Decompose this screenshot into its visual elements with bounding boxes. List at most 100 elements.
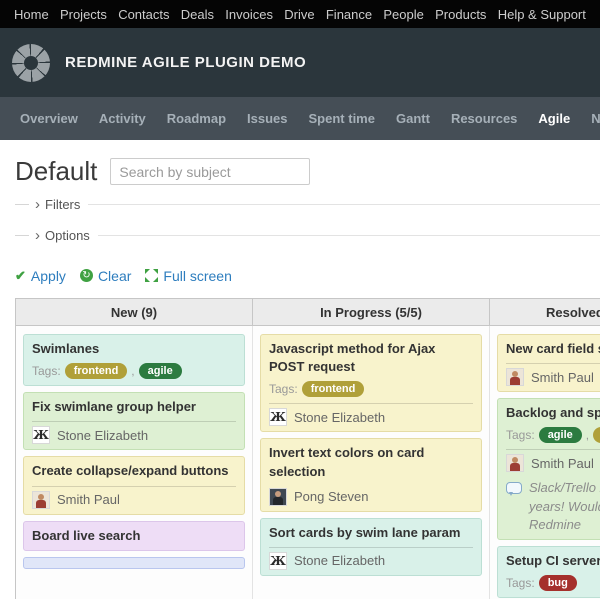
nav-item-gantt[interactable]: Gantt xyxy=(396,111,430,126)
card-title: Invert text colors on card selection xyxy=(269,444,473,480)
options-toggle[interactable]: Options xyxy=(15,222,600,249)
card-divider xyxy=(32,486,236,487)
topbar-link-finance[interactable]: Finance xyxy=(326,7,372,22)
card-tags: Tags:frontend xyxy=(269,380,473,398)
tag-pill-frontend: frontend xyxy=(593,427,600,443)
fullscreen-icon xyxy=(145,269,158,282)
card-tags: Tags:frontend,agile xyxy=(32,362,236,380)
nav-item-news[interactable]: News xyxy=(591,111,600,126)
card-divider xyxy=(32,421,236,422)
assignee-name: Smith Paul xyxy=(57,492,120,507)
topbar-link-invoices[interactable]: Invoices xyxy=(225,7,273,22)
board-toolbar: Default xyxy=(15,156,600,187)
assignee-row: Pong Steven xyxy=(269,488,473,506)
kanban-card[interactable]: Board live search xyxy=(23,521,245,551)
card-title: New card field s xyxy=(506,340,600,358)
nav-item-spent-time[interactable]: Spent time xyxy=(309,111,375,126)
card-title: Create collapse/expand buttons xyxy=(32,462,236,480)
assignee-name: Stone Elizabeth xyxy=(294,410,385,425)
card-tags: Tags:agile,frontend xyxy=(506,426,600,444)
topbar-link-products[interactable]: Products xyxy=(435,7,486,22)
avatar xyxy=(32,491,50,509)
avatar: Ж xyxy=(269,552,287,570)
assignee-name: Smith Paul xyxy=(531,370,594,385)
assignee-row: Ж Stone Elizabeth xyxy=(269,408,473,426)
avatar xyxy=(506,368,524,386)
nav-item-issues[interactable]: Issues xyxy=(247,111,287,126)
comment-bubble-icon xyxy=(506,482,522,494)
avatar: Ж xyxy=(269,408,287,426)
clear-button[interactable]: Clear xyxy=(80,268,131,284)
topbar-link-deals[interactable]: Deals xyxy=(181,7,214,22)
nav-item-activity[interactable]: Activity xyxy=(99,111,146,126)
nav-item-agile[interactable]: Agile xyxy=(538,111,570,126)
card-title: Swimlanes xyxy=(32,340,236,358)
app-header: REDMINE AGILE PLUGIN DEMO xyxy=(0,28,600,97)
card-title: Javascript method for Ajax POST request xyxy=(269,340,473,376)
assignee-row: Smith Paul xyxy=(506,368,600,386)
divider xyxy=(98,235,600,236)
topbar-link-people[interactable]: People xyxy=(383,7,423,22)
card-divider xyxy=(269,403,473,404)
card-divider xyxy=(506,449,600,450)
chevron-right-icon xyxy=(35,228,40,243)
check-icon xyxy=(15,267,26,284)
avatar xyxy=(269,488,287,506)
assignee-row: Smith Paul xyxy=(506,454,600,472)
kanban-card[interactable] xyxy=(23,557,245,569)
kanban-card[interactable]: Backlog and spTags:agile,frontendSmith P… xyxy=(497,398,600,540)
action-bar: Apply Clear Full screen xyxy=(15,267,600,284)
topbar-link-projects[interactable]: Projects xyxy=(60,7,107,22)
fullscreen-button[interactable]: Full screen xyxy=(145,268,231,284)
comment-line: years! Would love xyxy=(529,498,600,516)
agile-board: New (9)In Progress (5/5)Resolved Swimlan… xyxy=(15,298,600,599)
board-column-new-9: SwimlanesTags:frontend,agileFix swimlane… xyxy=(16,326,253,599)
topbar-link-contacts[interactable]: Contacts xyxy=(118,7,169,22)
kanban-card[interactable]: Sort cards by swim lane param Ж Stone Eliz… xyxy=(260,518,482,576)
tag-pill-agile: agile xyxy=(139,363,182,379)
card-divider xyxy=(506,363,600,364)
apply-button[interactable]: Apply xyxy=(15,267,66,284)
tag-separator: , xyxy=(586,428,589,442)
page-title: Default xyxy=(15,156,97,187)
divider xyxy=(88,204,600,205)
divider xyxy=(15,204,29,205)
topbar-link-help-support[interactable]: Help & Support xyxy=(498,7,586,22)
filters-toggle[interactable]: Filters xyxy=(15,191,600,218)
card-comment: Slack/Trello hayears! Would loveRedmine xyxy=(506,479,600,534)
comment-line: Redmine xyxy=(529,516,600,534)
tag-pill-frontend: frontend xyxy=(302,381,365,397)
kanban-card[interactable]: SwimlanesTags:frontend,agile xyxy=(23,334,245,386)
comment-line: Slack/Trello ha xyxy=(529,479,600,497)
kanban-card[interactable]: Create collapse/expand buttons Smith Paul xyxy=(23,456,245,514)
nav-item-resources[interactable]: Resources xyxy=(451,111,517,126)
kanban-card[interactable]: Fix swimlane group helper ЖStone Elizabet… xyxy=(23,392,245,450)
topbar-link-drive[interactable]: Drive xyxy=(284,7,314,22)
topbar-link-home[interactable]: Home xyxy=(14,7,49,22)
search-input[interactable] xyxy=(110,158,310,185)
chevron-right-icon xyxy=(35,197,40,212)
card-tags: Tags:bug xyxy=(506,574,600,592)
kanban-card[interactable]: Setup CI server Tags:bug xyxy=(497,546,600,598)
kanban-card[interactable]: Javascript method for Ajax POST request T… xyxy=(260,334,482,432)
card-title: Sort cards by swim lane param xyxy=(269,524,473,542)
kanban-card[interactable]: New card field s Smith Paul xyxy=(497,334,600,392)
card-title: Setup CI server xyxy=(506,552,600,570)
column-header-in-progress-5-5: In Progress (5/5) xyxy=(253,299,490,325)
nav-item-roadmap[interactable]: Roadmap xyxy=(167,111,226,126)
assignee-row: Ж Stone Elizabeth xyxy=(269,552,473,570)
assignee-row: ЖStone Elizabeth xyxy=(32,426,236,444)
kanban-card[interactable]: Invert text colors on card selection Pong… xyxy=(260,438,482,511)
tag-pill-frontend: frontend xyxy=(65,363,128,379)
board-column-in-progress-5-5: Javascript method for Ajax POST request T… xyxy=(253,326,490,599)
tags-label: Tags: xyxy=(32,364,61,378)
card-title: Fix swimlane group helper xyxy=(32,398,236,416)
nav-item-overview[interactable]: Overview xyxy=(20,111,78,126)
assignee-row: Smith Paul xyxy=(32,491,236,509)
assignee-name: Stone Elizabeth xyxy=(57,428,148,443)
tags-label: Tags: xyxy=(506,428,535,442)
comment-text: Slack/Trello hayears! Would loveRedmine xyxy=(529,479,600,534)
clear-label: Clear xyxy=(98,268,131,284)
assignee-name: Stone Elizabeth xyxy=(294,553,385,568)
tags-label: Tags: xyxy=(506,576,535,590)
